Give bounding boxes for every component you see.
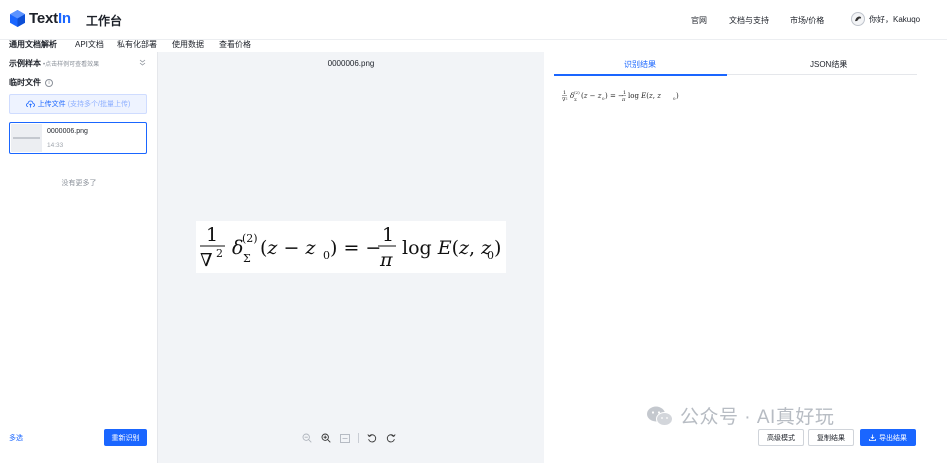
subnav-private-deploy[interactable]: 私有化部署 — [117, 39, 157, 50]
svg-text:log E(z, z: log E(z, z — [628, 92, 661, 100]
nav-market-pricing[interactable]: 市场/价格 — [790, 15, 824, 26]
svg-text:∇: ∇ — [200, 250, 213, 271]
watermark-text: 公众号 · AI真好玩 — [680, 407, 835, 428]
upload-button[interactable]: 上传文件 (支持多个/批量上传) — [9, 94, 147, 114]
advanced-mode-button[interactable]: 高级模式 — [758, 429, 804, 446]
active-tab-indicator — [554, 74, 727, 76]
result-tabs: 识别结果 JSON结果 — [554, 52, 917, 76]
expand-chevron-icon[interactable] — [139, 59, 146, 68]
export-label: 导出结果 — [879, 434, 907, 442]
svg-text:1: 1 — [382, 224, 394, 246]
upload-label: 上传文件 — [37, 101, 66, 108]
multi-select-link[interactable]: 多选 — [9, 433, 23, 443]
svg-text:0: 0 — [323, 249, 330, 262]
svg-text:1: 1 — [563, 90, 566, 96]
subnav-api-docs[interactable]: API文档 — [75, 39, 104, 50]
svg-text:log E(z, z: log E(z, z — [402, 237, 492, 259]
info-icon[interactable]: i — [45, 78, 53, 87]
image-viewer: 0000006.png 1 ∇ 2 δ (2) Σ (z − z 0 ) = −… — [158, 52, 544, 463]
samples-header[interactable]: 示例样本 •点击样例可查看效果 — [9, 58, 99, 69]
wechat-watermark: 公众号 · AI真好玩 — [646, 402, 834, 429]
file-list-item[interactable]: 0000006.png 14:33 — [9, 122, 147, 154]
avatar-icon — [855, 16, 862, 22]
svg-text:): ) — [676, 92, 679, 100]
svg-text:∇²: ∇² — [562, 97, 568, 103]
file-name: 0000006.png — [47, 128, 88, 135]
zoom-out-icon[interactable] — [301, 432, 313, 444]
upload-hint: (支持多个/批量上传) — [67, 101, 131, 108]
svg-text:0: 0 — [487, 249, 494, 262]
download-icon — [869, 434, 876, 441]
rotate-left-icon[interactable] — [366, 432, 378, 444]
subnav-view-pricing[interactable]: 查看价格 — [219, 39, 251, 50]
export-result-button[interactable]: 导出结果 — [860, 429, 916, 446]
svg-text:Σ: Σ — [574, 97, 577, 102]
tab-recognition-result[interactable]: 识别结果 — [624, 59, 656, 70]
file-time: 14:33 — [47, 142, 64, 149]
workspace-title: 工作台 — [86, 14, 123, 28]
svg-text:) = −: ) = − — [330, 237, 381, 259]
recognized-formula[interactable]: 1 ∇² δ (2) Σ (z − z 0 ) = − 1 π log E(z,… — [562, 88, 692, 106]
nav-docs-support[interactable]: 文档与支持 — [729, 15, 769, 26]
svg-text:(z − z: (z − z — [260, 237, 316, 259]
svg-text:): ) — [494, 237, 501, 259]
samples-hint: •点击样例可查看效果 — [43, 62, 100, 68]
rerecognize-button[interactable]: 重新识别 — [104, 429, 147, 446]
temp-files-header: 临时文件 i — [9, 77, 53, 88]
svg-text:Σ: Σ — [243, 252, 251, 265]
wechat-icon — [647, 406, 673, 426]
rotate-right-icon[interactable] — [385, 432, 397, 444]
svg-text:1: 1 — [206, 224, 218, 246]
formula-image: 1 ∇ 2 δ (2) Σ (z − z 0 ) = − 1 π log E(z… — [196, 221, 506, 273]
viewer-file-title: 0000006.png — [327, 59, 375, 68]
svg-text:(2): (2) — [574, 90, 580, 95]
toolbar-divider — [358, 433, 359, 443]
svg-text:(2): (2) — [242, 232, 258, 245]
svg-text:(z − z: (z − z — [581, 92, 602, 100]
formula-image-svg: 1 ∇ 2 δ (2) Σ (z − z 0 ) = − 1 π log E(z… — [200, 224, 501, 271]
nav-official-site[interactable]: 官网 — [691, 15, 707, 26]
upload-cloud-icon — [25, 100, 35, 108]
copy-result-button[interactable]: 复制结果 — [808, 429, 854, 446]
viewer-toolbar — [301, 432, 404, 444]
fit-screen-icon[interactable] — [339, 432, 351, 444]
file-thumbnail — [11, 124, 42, 152]
svg-text:π: π — [379, 249, 393, 271]
file-sidebar: 示例样本 •点击样例可查看效果 临时文件 i 上传文件 (支持多个/批量上传) 0… — [0, 52, 158, 463]
textin-logo[interactable]: TextIn — [10, 10, 71, 27]
textin-logo-icon — [10, 10, 25, 27]
svg-text:π: π — [621, 97, 626, 103]
no-more-text: 没有更多了 — [61, 180, 97, 187]
svg-text:2: 2 — [216, 247, 223, 260]
tab-json-result[interactable]: JSON结果 — [810, 59, 847, 70]
zoom-in-icon[interactable] — [320, 432, 332, 444]
subnav-usage-data[interactable]: 使用数据 — [172, 39, 204, 50]
logo-text: TextIn — [29, 10, 71, 27]
avatar — [851, 12, 865, 26]
svg-text:1: 1 — [623, 90, 626, 96]
user-menu[interactable]: 你好，Kakuqo — [851, 12, 920, 26]
subnav-general-parsing[interactable]: 通用文档解析 — [9, 39, 57, 50]
sub-nav: 通用文档解析 API文档 私有化部署 使用数据 查看价格 — [0, 34, 947, 52]
user-greeting: 你好，Kakuqo — [869, 14, 921, 24]
